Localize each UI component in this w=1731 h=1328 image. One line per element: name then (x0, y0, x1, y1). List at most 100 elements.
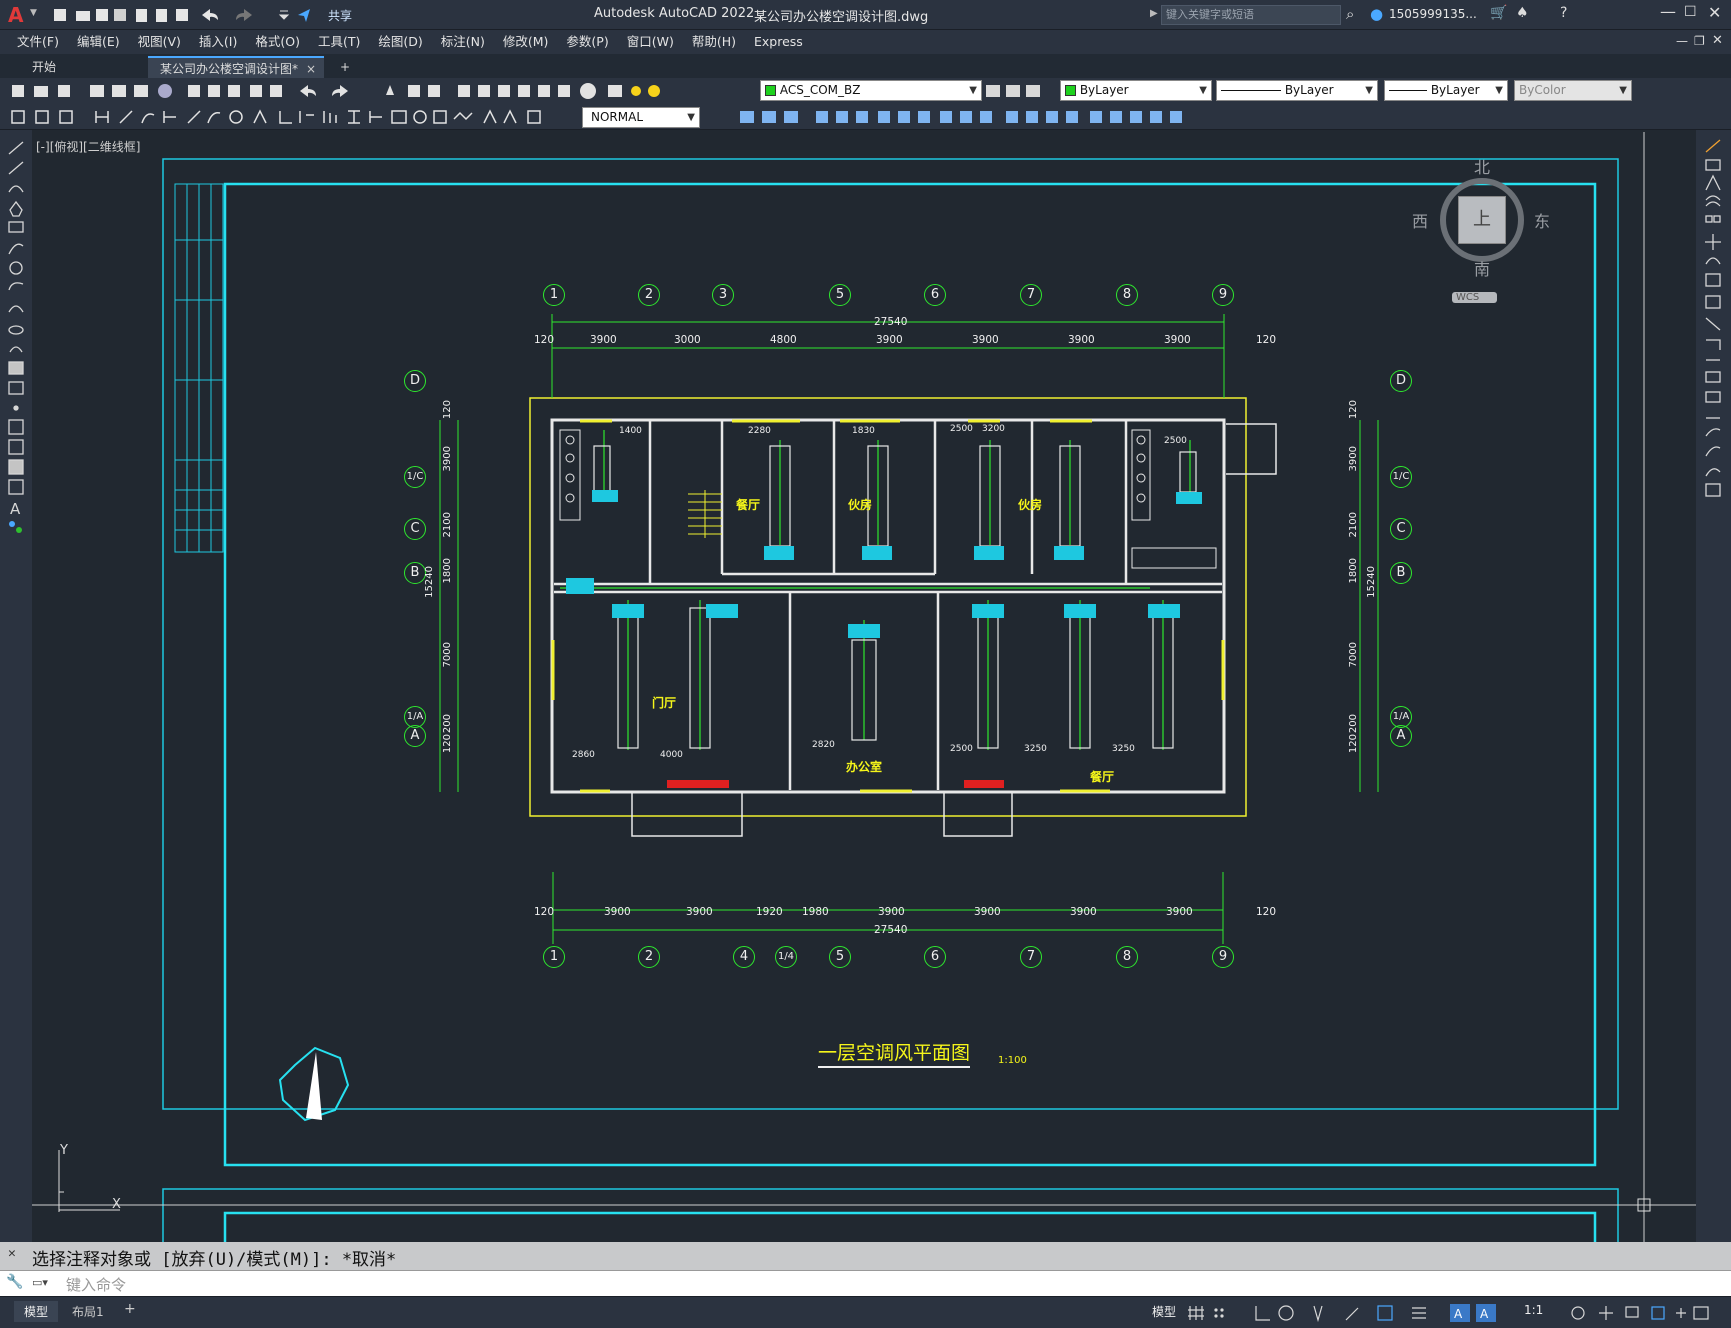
layer-dropdown[interactable]: ACS_COM_BZ ▼ (760, 80, 982, 101)
command-input-placeholder[interactable]: 键入命令 (66, 1274, 126, 1295)
menu-draw[interactable]: 绘图(D) (369, 30, 431, 54)
user-icon[interactable]: ● (1370, 5, 1383, 23)
plotstyle-dropdown[interactable]: ByColor ▼ (1514, 80, 1632, 101)
dim-text: 3900 (972, 334, 999, 346)
cart-icon[interactable]: 🛒 (1490, 5, 1507, 21)
quick-access-icons[interactable] (52, 6, 322, 24)
dim-text: 120 (1348, 400, 1359, 420)
dim-text: 3000 (674, 334, 701, 346)
menu-modify[interactable]: 修改(M) (494, 30, 558, 54)
menu-view[interactable]: 视图(V) (129, 30, 190, 54)
wcs-menu[interactable]: WCS (1452, 292, 1498, 303)
plotstyle-dropdown-value: ByColor (1519, 83, 1566, 97)
dim-text: 3900 (1348, 446, 1359, 472)
doc-restore-button[interactable]: ❐ (1694, 34, 1705, 48)
minimize-button[interactable]: — (1660, 2, 1676, 21)
search-placeholder: 键入关键字或短语 (1166, 8, 1254, 21)
modify-toolbar-icons[interactable] (704, 107, 1214, 127)
draw-toolbar-icons[interactable]: A (0, 134, 32, 594)
maximize-button[interactable]: ☐ (1684, 4, 1697, 20)
axis-bubble: 7 (1020, 946, 1042, 968)
axis-bubble: 5 (829, 946, 851, 968)
lineweight-dropdown[interactable]: ByLayer ▼ (1384, 80, 1508, 101)
drawing-title: 一层空调风平面图 (818, 1038, 971, 1068)
doc-close-button[interactable]: ✕ (1712, 33, 1723, 48)
dimstyle-dropdown[interactable]: NORMAL ▼ (582, 107, 700, 128)
bottom-total-dim: 27540 (874, 924, 908, 936)
share-label[interactable]: 共享 (328, 7, 352, 24)
autocad-logo-icon[interactable]: A (8, 3, 23, 27)
add-layout-button[interactable]: + (124, 1301, 136, 1317)
expand-arrow-icon[interactable]: ▶ (1150, 8, 1158, 19)
close-button[interactable]: ✕ (1708, 3, 1721, 22)
dim-text: 1400 (619, 426, 642, 436)
menu-express[interactable]: Express (745, 30, 812, 54)
room-label: 门厅 (652, 696, 677, 710)
axis-bubble: 1 (543, 284, 565, 306)
viewcube-west[interactable]: 西 (1412, 208, 1428, 232)
viewcube-south[interactable]: 南 (1474, 256, 1490, 280)
color-swatch (1065, 85, 1076, 96)
dim-text: 120 (442, 734, 453, 754)
color-dropdown[interactable]: ByLayer ▼ (1060, 80, 1212, 101)
menu-insert[interactable]: 插入(I) (190, 30, 246, 54)
new-tab-button[interactable]: + (334, 56, 360, 78)
top-total-dim: 27540 (874, 316, 908, 328)
menu-window[interactable]: 窗口(W) (618, 30, 683, 54)
annotation-scale[interactable]: 1:1 (1524, 1303, 1543, 1317)
dimension-toolbar: NORMAL ▼ (0, 104, 1731, 130)
dim-text: 1800 (442, 558, 453, 584)
status-toggles[interactable]: A A (1186, 1302, 1711, 1324)
wrench-icon[interactable]: 🔧 (6, 1274, 23, 1290)
search-icon[interactable]: ⌕ (1346, 5, 1354, 23)
dim-text: 2500 (1164, 436, 1187, 446)
app-title: Autodesk AutoCAD 2022 (594, 6, 755, 21)
tab-close-icon[interactable]: × (306, 58, 316, 80)
modify-side-icons[interactable] (1696, 134, 1731, 554)
menu-file[interactable]: 文件(F) (8, 30, 68, 54)
viewcube-east[interactable]: 东 (1534, 208, 1550, 232)
right-total-dim: 15240 (1366, 566, 1377, 598)
menu-dimension[interactable]: 标注(N) (432, 30, 494, 54)
viewcube-face-top[interactable]: 上 (1458, 196, 1506, 244)
command-prompt-icon[interactable]: ▭▾ (32, 1276, 48, 1289)
linetype-dropdown[interactable]: ByLayer ▼ (1216, 80, 1378, 101)
drawing-canvas[interactable]: [-][俯视][二维线框] Y X 1 2 3 5 6 7 8 9 27540 … (32, 130, 1696, 1242)
command-line[interactable]: 🔧 ▭▾ 键入命令 (0, 1270, 1731, 1296)
dimstyle-dropdown-value: NORMAL (591, 110, 644, 124)
svg-text:A: A (1454, 1307, 1463, 1321)
tab-start[interactable]: 开始 (20, 56, 140, 78)
menu-tools[interactable]: 工具(T) (309, 30, 369, 54)
axis-bubble: 3 (712, 284, 734, 306)
dim-text: 1800 (1348, 558, 1359, 584)
app-menu-chevron-icon[interactable]: ▼ (30, 8, 37, 18)
menu-parametric[interactable]: 参数(P) (557, 30, 617, 54)
tab-drawing[interactable]: 某公司办公楼空调设计图* × (148, 56, 324, 78)
layer-tools-icons[interactable] (984, 82, 1064, 100)
help-icon[interactable]: ? (1560, 5, 1567, 21)
doc-minimize-button[interactable]: — (1676, 34, 1688, 48)
close-command-icon[interactable]: ✕ (8, 1246, 16, 1261)
tab-layout1[interactable]: 布局1 (72, 1303, 104, 1320)
viewcube-north[interactable]: 北 (1474, 154, 1490, 178)
layer-color-swatch (765, 85, 776, 96)
autodesk-app-icon[interactable]: ♠ (1516, 5, 1529, 21)
viewcube[interactable]: 上 北 南 西 东 WCS (1412, 150, 1552, 303)
menu-help[interactable]: 帮助(H) (683, 30, 745, 54)
axis-bubble: 2 (638, 946, 660, 968)
chevron-down-icon: ▼ (687, 112, 695, 123)
menu-edit[interactable]: 编辑(E) (68, 30, 129, 54)
search-input[interactable]: 键入关键字或短语 (1161, 5, 1341, 25)
dim-text: 3200 (982, 424, 1005, 434)
tab-model[interactable]: 模型 (14, 1301, 59, 1322)
standard-toolbar-icons[interactable] (8, 81, 678, 101)
menu-format[interactable]: 格式(O) (246, 30, 309, 54)
dim-text: 3250 (1112, 744, 1135, 754)
model-space-toggle[interactable]: 模型 (1152, 1303, 1176, 1320)
dim-text: 1980 (802, 906, 829, 918)
dimension-toolbar-icons[interactable] (8, 107, 578, 127)
user-name[interactable]: 1505999135... (1389, 7, 1477, 21)
file-tab-bar: 开始 某公司办公楼空调设计图* × + (0, 54, 1731, 78)
dim-text: 120 (534, 906, 555, 918)
dim-text: 3900 (1070, 906, 1097, 918)
